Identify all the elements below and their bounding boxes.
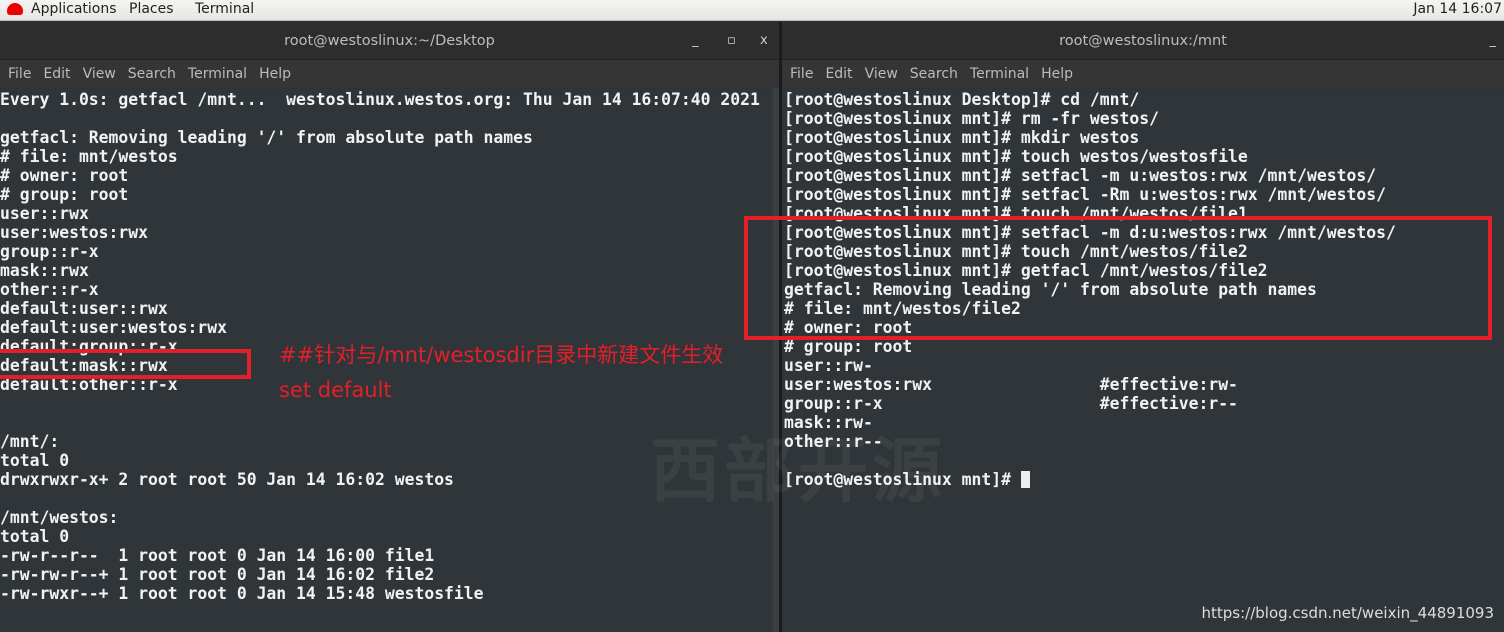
terminal-line: # owner: root: [0, 166, 779, 185]
watermark: 西部开源: [650, 430, 946, 512]
terminal-line: # file: mnt/westos: [0, 147, 779, 166]
terminal-line: -rw-r--r-- 1 root root 0 Jan 14 16:00 fi…: [0, 546, 779, 565]
terminal-line: group::r-x: [0, 242, 779, 261]
terminal-line: Every 1.0s: getfacl /mnt... westoslinux.…: [0, 90, 779, 109]
annotation-line-1: ##针对与/mnt/westosdir目录中新建文件生效: [279, 343, 724, 367]
source-url: https://blog.csdn.net/weixin_44891093: [1201, 604, 1494, 622]
terminal-line: user::rw-: [784, 356, 1504, 375]
line-text: group::r-x: [0, 242, 99, 261]
cursor: [1020, 471, 1030, 488]
terminal-line: mask::rwx: [0, 261, 779, 280]
terminal-app-menu[interactable]: Terminal: [195, 1, 254, 17]
terminal-line: [root@westoslinux Desktop]# cd /mnt/: [784, 90, 1504, 109]
title-bar: root@westoslinux:~/Desktop _ ▫ x: [0, 22, 779, 60]
menu-file[interactable]: File: [790, 66, 813, 82]
line-text: total 0: [0, 451, 70, 470]
line-text: -rw-rw-r--+ 1 root root 0 Jan 14 16:02 f…: [0, 565, 435, 584]
close-button[interactable]: x: [760, 22, 768, 60]
terminal-line: group::r-x #effective:r--: [784, 394, 1504, 413]
applications-menu[interactable]: Applications: [31, 1, 117, 17]
terminal-line: [root@westoslinux mnt]# rm -fr westos/: [784, 109, 1504, 128]
highlight-box-default-acl: [744, 216, 1492, 340]
title-bar: root@westoslinux:/mnt _: [782, 22, 1504, 60]
places-menu[interactable]: Places: [129, 1, 174, 17]
line-text: user::rwx: [0, 204, 89, 223]
line-text: # file: mnt/westos: [0, 147, 178, 166]
terminal-line: [root@westoslinux mnt]# setfacl -Rm u:we…: [784, 185, 1504, 204]
clock[interactable]: Jan 14 16:07: [1413, 1, 1502, 17]
line-text: /mnt/:: [0, 432, 60, 451]
terminal-line: -rw-rwxr--+ 1 root root 0 Jan 14 15:48 w…: [0, 584, 779, 603]
terminal-line: # group: root: [0, 185, 779, 204]
menu-edit[interactable]: Edit: [43, 66, 70, 82]
line-text: /mnt/westos:: [0, 508, 119, 527]
menu-file[interactable]: File: [8, 66, 31, 82]
menu-view[interactable]: View: [865, 66, 898, 82]
line-text: mask::rwx: [0, 261, 89, 280]
menu-search[interactable]: Search: [910, 66, 958, 82]
terminal-line: getfacl: Removing leading '/' from absol…: [0, 128, 779, 147]
line-text: [root@westoslinux mnt]# setfacl -m u:wes…: [784, 166, 1377, 185]
terminal-line: user:westos:rwx: [0, 223, 779, 242]
terminal-output[interactable]: [root@westoslinux Desktop]# cd /mnt/[roo…: [782, 89, 1504, 632]
terminal-line: user::rwx: [0, 204, 779, 223]
left-terminal-window: root@westoslinux:~/Desktop _ ▫ x File Edi…: [0, 22, 779, 632]
terminal-line: user:westos:rwx #effective:rw-: [784, 375, 1504, 394]
terminal-line: [root@westoslinux mnt]# mkdir westos: [784, 128, 1504, 147]
line-text: getfacl: Removing leading '/' from absol…: [0, 128, 533, 147]
redhat-logo-icon: [7, 3, 23, 15]
line-text: [root@westoslinux mnt]# touch westos/wes…: [784, 147, 1248, 166]
terminal-line: total 0: [0, 527, 779, 546]
line-text: user::rw-: [784, 356, 873, 375]
window-title: root@westoslinux:~/Desktop: [284, 33, 495, 49]
line-text: other::r-x: [0, 280, 99, 299]
menu-search[interactable]: Search: [128, 66, 176, 82]
line-text: # group: root: [0, 185, 129, 204]
terminal-line: default:user:westos:rwx: [0, 318, 779, 337]
terminal-line: [root@westoslinux mnt]# touch westos/wes…: [784, 147, 1504, 166]
line-text: user:westos:rwx: [0, 223, 149, 242]
menu-edit[interactable]: Edit: [825, 66, 852, 82]
line-text: [root@westoslinux Desktop]# cd /mnt/: [784, 90, 1140, 109]
line-text: drwxrwxr-x+ 2 root root 50 Jan 14 16:02 …: [0, 470, 454, 489]
window-title: root@westoslinux:/mnt: [1059, 33, 1227, 49]
highlight-box-default-mask: [0, 349, 251, 379]
annotation-line-2: set default: [279, 378, 392, 402]
terminal-line: other::r-x: [0, 280, 779, 299]
line-text: user:westos:rwx #effective:rw-: [784, 375, 1238, 394]
line-text: default:user::rwx: [0, 299, 168, 318]
menu-terminal[interactable]: Terminal: [188, 66, 247, 82]
terminal-line: [root@westoslinux mnt]# setfacl -m u:wes…: [784, 166, 1504, 185]
line-text: [root@westoslinux mnt]# mkdir westos: [784, 128, 1140, 147]
maximize-button[interactable]: ▫: [727, 22, 736, 60]
line-text: -rw-r--r-- 1 root root 0 Jan 14 16:00 fi…: [0, 546, 435, 565]
line-text: [root@westoslinux mnt]# setfacl -Rm u:we…: [784, 185, 1386, 204]
line-text: # owner: root: [0, 166, 129, 185]
line-text: group::r-x #effective:r--: [784, 394, 1238, 413]
menu-bar: File Edit View Search Terminal Help: [0, 60, 779, 88]
menu-terminal[interactable]: Terminal: [970, 66, 1029, 82]
line-text: [root@westoslinux mnt]# rm -fr westos/: [784, 109, 1159, 128]
menu-bar: File Edit View Search Terminal Help: [782, 60, 1504, 88]
terminal-line: -rw-rw-r--+ 1 root root 0 Jan 14 16:02 f…: [0, 565, 779, 584]
menu-help[interactable]: Help: [1041, 66, 1073, 82]
terminal-line: default:user::rwx: [0, 299, 779, 318]
line-text: default:user:westos:rwx: [0, 318, 227, 337]
line-text: total 0: [0, 527, 70, 546]
minimize-button[interactable]: _: [692, 22, 699, 60]
line-text: -rw-rwxr--+ 1 root root 0 Jan 14 15:48 w…: [0, 584, 484, 603]
menu-view[interactable]: View: [83, 66, 116, 82]
menu-help[interactable]: Help: [259, 66, 291, 82]
line-text: Every 1.0s: getfacl /mnt... westoslinux.…: [0, 90, 760, 109]
minimize-button[interactable]: _: [1490, 22, 1497, 60]
top-bar: Applications Places Terminal Jan 14 16:0…: [0, 0, 1504, 21]
